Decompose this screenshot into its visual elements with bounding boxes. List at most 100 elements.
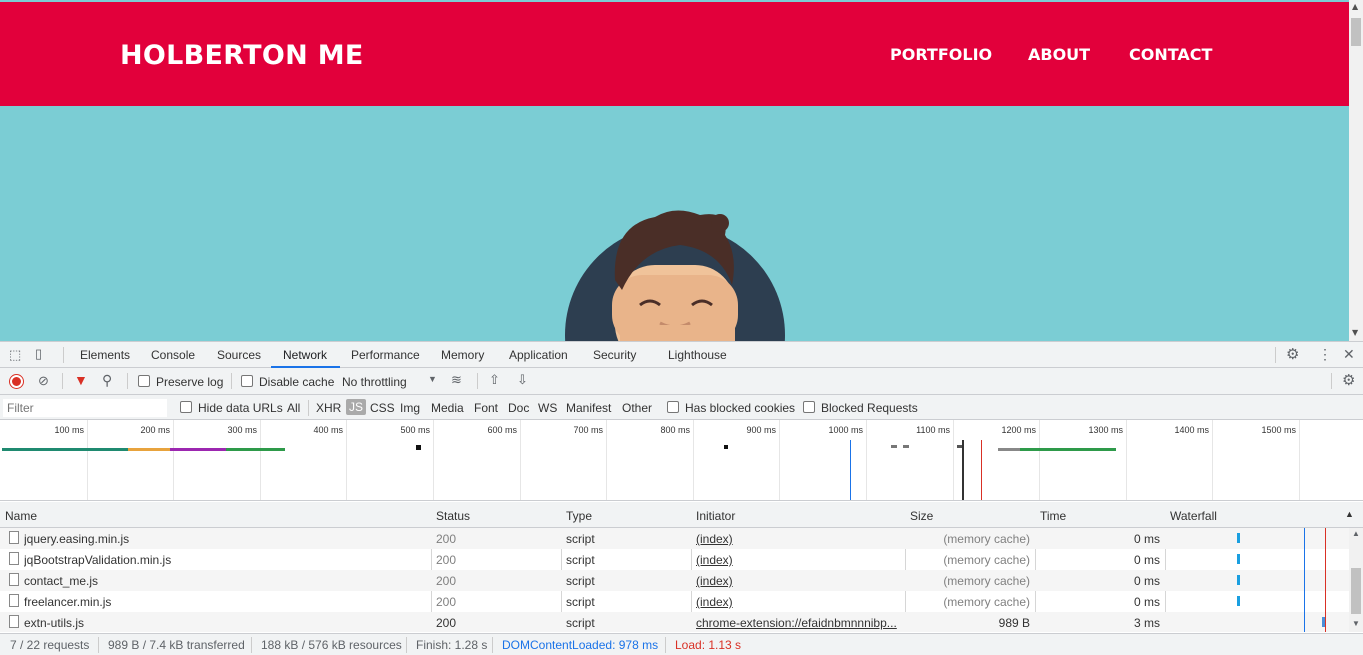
timeline-tick-label: 1200 ms	[1001, 425, 1036, 435]
divider	[127, 373, 128, 389]
request-status: 200	[436, 595, 457, 609]
waterfall-bar	[1237, 575, 1240, 585]
table-row[interactable]: contact_me.js 200 script (index) (memory…	[0, 570, 1349, 591]
timeline-bar	[226, 448, 285, 451]
request-name: jqBootstrapValidation.min.js	[24, 553, 172, 567]
type-filter-all[interactable]: All	[287, 401, 300, 415]
col-time[interactable]: Time	[1040, 509, 1066, 523]
blocked-requests-checkbox[interactable]	[803, 401, 815, 413]
request-initiator[interactable]: chrome-extension://efaidnbmnnnibp...	[696, 616, 901, 630]
network-conditions-icon[interactable]: ≋	[451, 373, 462, 386]
table-scrollbar[interactable]: ▲ ▼	[1349, 528, 1363, 632]
type-filter-other[interactable]: Other	[622, 401, 652, 415]
timeline-gridline	[87, 420, 88, 500]
tab-elements[interactable]: Elements	[80, 348, 130, 362]
hide-data-urls-checkbox[interactable]	[180, 401, 192, 413]
script-file-icon	[9, 573, 19, 586]
network-settings-gear-icon[interactable]: ⚙	[1342, 373, 1355, 388]
tab-performance[interactable]: Performance	[351, 348, 420, 362]
device-toolbar-icon[interactable]: ▯	[35, 347, 42, 360]
type-filter-img[interactable]: Img	[400, 401, 420, 415]
waterfall-bar	[1237, 533, 1240, 543]
col-status[interactable]: Status	[436, 509, 470, 523]
type-filter-doc[interactable]: Doc	[508, 401, 529, 415]
type-filter-xhr[interactable]: XHR	[316, 401, 341, 415]
table-row[interactable]: extn-utils.js 200 script chrome-extensio…	[0, 612, 1349, 632]
waterfall-bar	[1237, 596, 1240, 606]
timeline-tick-label: 1500 ms	[1261, 425, 1296, 435]
col-type[interactable]: Type	[566, 509, 592, 523]
nav-about[interactable]: ABOUT	[1028, 45, 1090, 64]
type-filter-ws[interactable]: WS	[538, 401, 557, 415]
tab-sources[interactable]: Sources	[217, 348, 261, 362]
type-filter-manifest[interactable]: Manifest	[566, 401, 611, 415]
filter-bar: Hide data URLs All XHR JS CSS Img Media …	[0, 395, 1363, 420]
site-brand[interactable]: HOLBERTON ME	[120, 40, 364, 71]
page-scrollbar[interactable]: ▲ ▼	[1349, 0, 1363, 341]
website-viewport: HOLBERTON ME PORTFOLIO ABOUT CONTACT	[0, 0, 1349, 341]
timeline-bar	[998, 448, 1020, 451]
preserve-log-checkbox[interactable]	[138, 375, 150, 387]
scroll-up-icon[interactable]: ▲	[1352, 2, 1358, 11]
request-initiator[interactable]: (index)	[696, 532, 901, 546]
timeline-tick-label: 800 ms	[660, 425, 690, 435]
transferred-size: 989 B / 7.4 kB transferred	[108, 638, 245, 652]
browser-page: HOLBERTON ME PORTFOLIO ABOUT CONTACT ▲ ▼…	[0, 0, 1363, 655]
scroll-up-icon[interactable]: ▲	[1352, 530, 1360, 538]
type-filter-media[interactable]: Media	[431, 401, 464, 415]
inspect-element-icon[interactable]: ⬚	[9, 348, 21, 361]
table-row[interactable]: jqBootstrapValidation.min.js 200 script …	[0, 549, 1349, 570]
table-row[interactable]: freelancer.min.js 200 script (index) (me…	[0, 591, 1349, 612]
filter-input[interactable]	[3, 399, 167, 417]
page-scrollbar-thumb[interactable]	[1351, 18, 1361, 46]
timeline-bar	[170, 448, 226, 451]
timeline-gridline	[1299, 420, 1300, 500]
settings-gear-icon[interactable]: ⚙	[1286, 347, 1299, 362]
timeline-overview[interactable]: 100 ms 200 ms 300 ms 400 ms 500 ms 600 ms 700 …	[0, 420, 1363, 501]
nav-contact[interactable]: CONTACT	[1129, 45, 1212, 64]
divider	[308, 400, 309, 416]
col-name[interactable]: Name	[5, 509, 37, 523]
request-type: script	[566, 574, 595, 588]
search-icon[interactable]: ⚲	[102, 373, 112, 387]
request-status: 200	[436, 616, 457, 630]
col-waterfall[interactable]: Waterfall	[1170, 509, 1217, 523]
export-har-icon[interactable]: ⇩	[517, 373, 528, 386]
requests-table-body: jquery.easing.min.js 200 script (index) …	[0, 528, 1349, 632]
clear-icon[interactable]: ⊘	[38, 374, 49, 387]
request-initiator[interactable]: (index)	[696, 553, 901, 567]
table-scrollbar-thumb[interactable]	[1351, 568, 1361, 614]
import-har-icon[interactable]: ⇧	[489, 373, 500, 386]
request-initiator[interactable]: (index)	[696, 574, 901, 588]
tab-application[interactable]: Application	[509, 348, 568, 362]
script-file-icon	[9, 615, 19, 628]
tab-memory[interactable]: Memory	[441, 348, 484, 362]
tab-security[interactable]: Security	[593, 348, 636, 362]
disable-cache-checkbox[interactable]	[241, 375, 253, 387]
filter-icon[interactable]: ▼	[74, 373, 88, 387]
table-row[interactable]: jquery.easing.min.js 200 script (index) …	[0, 528, 1349, 549]
tab-console[interactable]: Console	[151, 348, 195, 362]
col-size[interactable]: Size	[910, 509, 933, 523]
tab-lighthouse[interactable]: Lighthouse	[668, 348, 727, 362]
tab-network[interactable]: Network	[283, 348, 327, 362]
nav-portfolio[interactable]: PORTFOLIO	[890, 45, 992, 64]
scroll-down-icon[interactable]: ▼	[1352, 620, 1360, 628]
col-initiator[interactable]: Initiator	[696, 509, 735, 523]
throttling-select[interactable]: No throttling	[342, 375, 407, 389]
timeline-tick-label: 1000 ms	[828, 425, 863, 435]
type-filter-font[interactable]: Font	[474, 401, 498, 415]
chevron-down-icon[interactable]: ▼	[428, 375, 437, 384]
hide-data-urls-label: Hide data URLs	[198, 401, 283, 415]
type-filter-js[interactable]: JS	[346, 399, 367, 415]
type-filter-css[interactable]: CSS	[370, 401, 395, 415]
record-button[interactable]	[10, 375, 23, 388]
scroll-down-icon[interactable]: ▼	[1352, 328, 1358, 337]
has-blocked-cookies-checkbox[interactable]	[667, 401, 679, 413]
request-initiator[interactable]: (index)	[696, 595, 901, 609]
close-icon[interactable]: ✕	[1343, 347, 1355, 361]
more-options-icon[interactable]: ⋮	[1318, 347, 1332, 361]
load-marker	[981, 440, 982, 500]
script-file-icon	[9, 552, 19, 565]
sort-ascending-icon[interactable]: ▲	[1345, 510, 1354, 519]
